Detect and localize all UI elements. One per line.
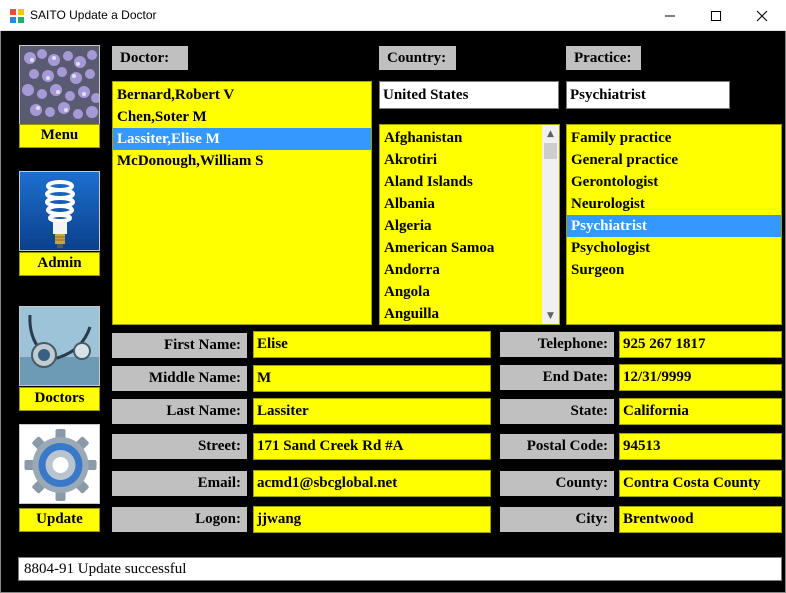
admin-image[interactable] [19, 171, 100, 251]
country-list-item[interactable]: Albania [380, 193, 559, 215]
state-field[interactable]: California [619, 398, 782, 425]
middle-name-label: Middle Name: [112, 366, 247, 391]
country-scrollbar[interactable]: ▲ ▼ [542, 125, 559, 324]
postal-code-label: Postal Code: [500, 434, 614, 459]
last-name-label: Last Name: [112, 399, 247, 424]
city-label: City: [500, 507, 614, 532]
doctor-list-item[interactable]: Lassiter,Elise M [113, 128, 371, 150]
middle-name-field[interactable]: M [253, 365, 491, 392]
street-label: Street: [112, 434, 247, 459]
close-button[interactable] [739, 0, 785, 31]
logon-field[interactable]: jjwang [253, 506, 491, 533]
scroll-down-icon[interactable]: ▼ [542, 307, 559, 324]
practice-field[interactable]: Psychiatrist [566, 81, 730, 109]
doctor-list-item[interactable]: McDonough,William S [113, 150, 371, 172]
doctors-button[interactable]: Doctors [19, 387, 100, 411]
email-label: Email: [112, 471, 247, 496]
county-field[interactable]: Contra Costa County [619, 470, 782, 497]
country-list-item[interactable]: Aland Islands [380, 171, 559, 193]
doctors-image[interactable] [19, 306, 100, 386]
first-name-label: First Name: [112, 333, 247, 358]
telephone-label: Telephone: [500, 332, 614, 357]
country-list-item[interactable]: Anguilla [380, 303, 559, 324]
scroll-thumb[interactable] [544, 143, 557, 159]
flower-icon [20, 46, 99, 124]
logon-label: Logon: [112, 507, 247, 532]
doctor-list[interactable]: Bernard,Robert V Chen,Soter M Lassiter,Eli… [112, 81, 372, 325]
doctor-list-item[interactable]: Chen,Soter M [113, 106, 371, 128]
stethoscope-icon [20, 307, 99, 385]
title-bar: SAITO Update a Doctor [0, 0, 786, 31]
close-icon [756, 10, 768, 21]
client-area: Menu Admin Doctors Update Doctor: Countr… [0, 31, 786, 593]
maximize-button[interactable] [693, 0, 739, 31]
country-field[interactable]: United States [379, 81, 559, 109]
practice-list[interactable]: Family practice General practice Gerontolo… [566, 124, 782, 325]
city-field[interactable]: Brentwood [619, 506, 782, 533]
telephone-field[interactable]: 925 267 1817 [619, 331, 782, 358]
admin-button[interactable]: Admin [19, 252, 100, 276]
doctor-list-item[interactable]: Bernard,Robert V [113, 84, 371, 106]
practice-list-item[interactable]: Neurologist [567, 193, 781, 215]
country-header: Country: [379, 46, 456, 70]
minimize-button[interactable] [647, 0, 693, 31]
window-title: SAITO Update a Doctor [30, 8, 157, 22]
status-message: 8804-91 Update successful [18, 557, 782, 581]
postal-code-field[interactable]: 94513 [619, 433, 782, 460]
menu-button[interactable]: Menu [19, 124, 100, 148]
doctor-header: Doctor: [112, 46, 188, 70]
county-label: County: [500, 471, 614, 496]
end-date-label: End Date: [500, 365, 614, 390]
update-image[interactable] [19, 424, 100, 504]
maximize-icon [711, 10, 721, 21]
app-icon [10, 9, 24, 23]
street-field[interactable]: 171 Sand Creek Rd #A [253, 433, 491, 460]
country-list[interactable]: Afghanistan Akrotiri Aland Islands Albania A… [379, 124, 560, 325]
practice-list-item[interactable]: Family practice [567, 127, 781, 149]
end-date-field[interactable]: 12/31/9999 [619, 364, 782, 391]
country-list-item[interactable]: Angola [380, 281, 559, 303]
practice-list-item[interactable]: Psychiatrist [567, 215, 781, 237]
practice-list-item[interactable]: General practice [567, 149, 781, 171]
menu-image[interactable] [19, 45, 100, 125]
lightbulb-icon [20, 172, 99, 250]
practice-list-item[interactable]: Surgeon [567, 259, 781, 281]
email-field[interactable]: acmd1@sbcglobal.net [253, 470, 491, 497]
country-list-item[interactable]: Andorra [380, 259, 559, 281]
gear-icon [20, 425, 99, 503]
minimize-icon [665, 15, 675, 16]
practice-header: Practice: [566, 46, 641, 70]
scroll-up-icon[interactable]: ▲ [542, 125, 559, 142]
first-name-field[interactable]: Elise [253, 331, 491, 358]
practice-list-item[interactable]: Gerontologist [567, 171, 781, 193]
country-list-item[interactable]: Afghanistan [380, 127, 559, 149]
last-name-field[interactable]: Lassiter [253, 398, 491, 425]
practice-list-item[interactable]: Psychologist [567, 237, 781, 259]
country-list-item[interactable]: Akrotiri [380, 149, 559, 171]
country-list-item[interactable]: American Samoa [380, 237, 559, 259]
update-button[interactable]: Update [19, 508, 100, 532]
state-label: State: [500, 399, 614, 424]
country-list-item[interactable]: Algeria [380, 215, 559, 237]
